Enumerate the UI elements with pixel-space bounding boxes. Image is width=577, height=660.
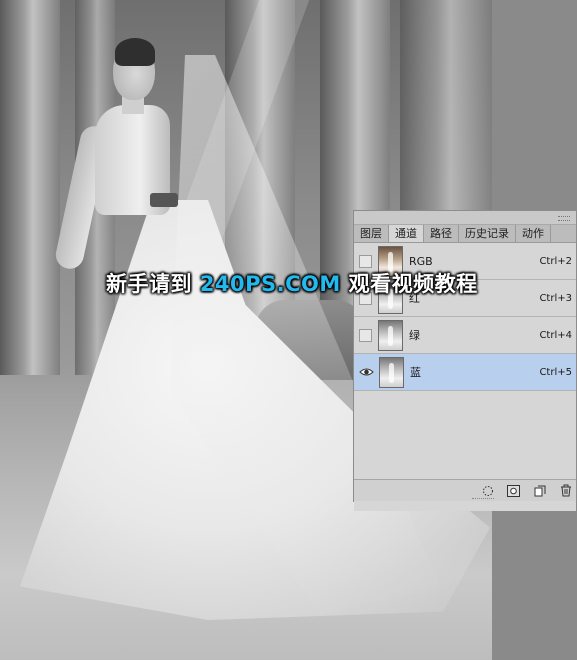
panel-footer xyxy=(354,479,576,501)
watermark-suffix: 观看视频教程 xyxy=(340,272,478,296)
bride-hair xyxy=(115,38,155,66)
visibility-toggle[interactable] xyxy=(359,254,372,268)
watermark-text: 新手请到 240PS.COM 观看视频教程 xyxy=(106,268,478,296)
load-selection-icon[interactable] xyxy=(481,484,494,497)
channel-shortcut: Ctrl+4 xyxy=(539,329,572,341)
channel-thumbnail xyxy=(378,319,403,351)
channel-row-blue[interactable]: 蓝 Ctrl+5 xyxy=(354,354,576,391)
panel-resize-grip[interactable] xyxy=(472,498,494,502)
save-selection-icon[interactable] xyxy=(507,484,520,497)
channel-thumbnail xyxy=(379,356,404,388)
panel-tabs: 图层 通道 路径 历史记录 动作 xyxy=(354,225,576,243)
channel-shortcut: Ctrl+2 xyxy=(539,255,572,267)
channel-name: 绿 xyxy=(409,329,420,342)
eye-icon[interactable] xyxy=(358,366,375,378)
pillar xyxy=(0,0,60,400)
tab-actions[interactable]: 动作 xyxy=(516,225,551,242)
tab-channels[interactable]: 通道 xyxy=(389,225,424,242)
dress-belt xyxy=(150,193,178,207)
channel-name: RGB xyxy=(409,254,433,268)
panel-menu-grip-icon[interactable] xyxy=(558,216,570,221)
delete-channel-icon[interactable] xyxy=(559,484,572,497)
tab-history[interactable]: 历史记录 xyxy=(459,225,516,242)
channel-shortcut: Ctrl+5 xyxy=(539,366,572,378)
panel-title-bar[interactable] xyxy=(354,211,576,225)
watermark-brand: 240PS.COM xyxy=(199,272,341,296)
watermark-prefix: 新手请到 xyxy=(106,272,200,296)
channel-name: 蓝 xyxy=(410,366,421,379)
tab-paths[interactable]: 路径 xyxy=(424,225,459,242)
new-channel-icon[interactable] xyxy=(533,484,546,497)
tab-layers[interactable]: 图层 xyxy=(354,225,389,242)
visibility-toggle[interactable] xyxy=(359,328,372,342)
channels-panel: 图层 通道 路径 历史记录 动作 RGB Ctrl+2 红 Ctrl+3 绿 C… xyxy=(353,210,577,511)
channel-shortcut: Ctrl+3 xyxy=(539,292,572,304)
channel-row-green[interactable]: 绿 Ctrl+4 xyxy=(354,317,576,354)
